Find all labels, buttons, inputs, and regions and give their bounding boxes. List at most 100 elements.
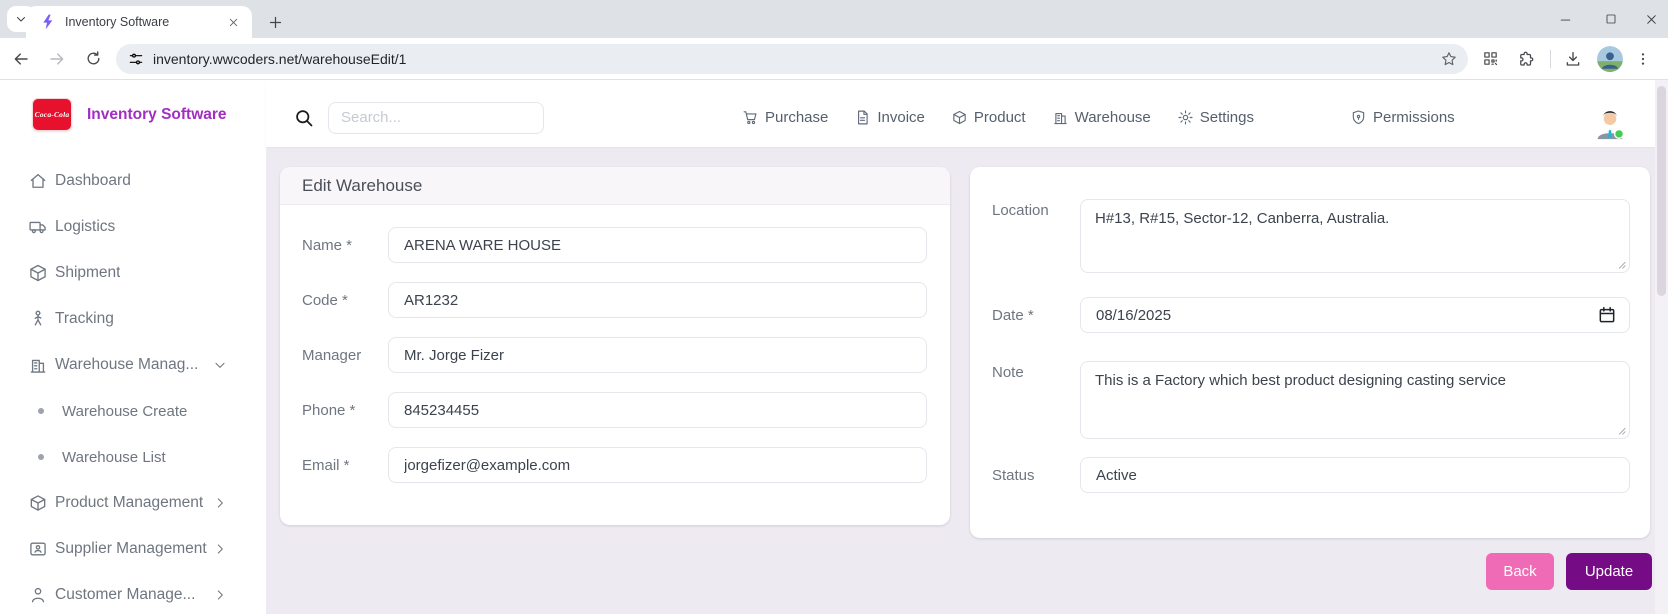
id-card-icon: [28, 539, 48, 559]
status-field-row: Status: [992, 457, 1630, 493]
top-navbar: Purchase Invoice Product Warehouse Setti…: [266, 80, 1655, 147]
location-textarea[interactable]: H#13, R#15, Sector-12, Canberra, Austral…: [1080, 199, 1630, 273]
chevron-right-icon: [212, 495, 228, 511]
site-settings-tune-icon: [128, 51, 144, 67]
gear-icon: [1177, 109, 1194, 126]
window-maximize-button[interactable]: [1588, 0, 1634, 38]
extensions-button[interactable]: [1512, 45, 1540, 73]
forward-button[interactable]: [42, 44, 72, 74]
menu-label: Permissions: [1373, 109, 1455, 126]
sidebar-subitem-label: Warehouse Create: [62, 403, 187, 420]
new-tab-button[interactable]: [262, 9, 288, 35]
menu-item-product[interactable]: Product: [951, 109, 1026, 126]
star-icon: [1440, 50, 1458, 68]
brand-row[interactable]: Coca-Cola Inventory Software: [32, 98, 227, 131]
cube-icon: [951, 109, 968, 126]
note-label: Note: [992, 361, 1080, 439]
calendar-icon[interactable]: [1597, 305, 1617, 325]
sidebar-item-label: Logistics: [55, 218, 115, 236]
browser-tab-strip: Inventory Software: [0, 0, 1668, 38]
sidebar-item-warehouse-list[interactable]: Warehouse List: [0, 434, 266, 480]
location-label: Location: [992, 199, 1080, 273]
chevron-right-icon: [212, 587, 228, 603]
sidebar-item-supplier-management[interactable]: Supplier Management: [0, 526, 266, 572]
sidebar-item-warehouse-management[interactable]: Warehouse Manag...: [0, 342, 266, 388]
browser-profile-avatar[interactable]: [1597, 46, 1623, 72]
user-icon: [28, 585, 48, 605]
qr-code-button[interactable]: [1476, 45, 1504, 73]
shield-icon: [1350, 109, 1367, 126]
package-icon: [28, 263, 48, 283]
date-input[interactable]: [1080, 297, 1630, 333]
sidebar-item-logistics[interactable]: Logistics: [0, 204, 266, 250]
note-textarea[interactable]: This is a Factory which best product des…: [1080, 361, 1630, 439]
menu-item-warehouse[interactable]: Warehouse: [1052, 109, 1151, 126]
site-favicon-bolt-icon: [40, 14, 56, 30]
menu-item-settings[interactable]: Settings: [1177, 109, 1254, 126]
menu-item-invoice[interactable]: Invoice: [854, 109, 925, 126]
search-input[interactable]: [328, 102, 544, 134]
phone-input[interactable]: [388, 392, 927, 428]
cube-icon: [28, 493, 48, 513]
sidebar-item-label: Dashboard: [55, 172, 131, 190]
menu-label: Invoice: [877, 109, 925, 126]
phone-label: Phone *: [302, 402, 388, 419]
businessman-avatar-icon: [1591, 104, 1629, 142]
tab-close-icon[interactable]: [225, 14, 242, 31]
status-label: Status: [992, 467, 1080, 484]
search-icon: [294, 108, 314, 128]
kebab-menu-icon: [1635, 51, 1651, 67]
url-text[interactable]: inventory.wwcoders.net/warehouseEdit/1: [153, 51, 1440, 67]
status-input[interactable]: [1080, 457, 1630, 493]
name-field-row: Name *: [302, 227, 927, 263]
name-input[interactable]: [388, 227, 927, 263]
window-close-button[interactable]: [1634, 0, 1668, 38]
back-button[interactable]: [6, 44, 36, 74]
sidebar-item-warehouse-create[interactable]: Warehouse Create: [0, 388, 266, 434]
email-label: Email *: [302, 457, 388, 474]
user-avatar[interactable]: [1591, 104, 1629, 142]
browser-toolbar: inventory.wwcoders.net/warehouseEdit/1: [0, 38, 1668, 80]
sidebar-item-customer-management[interactable]: Customer Manage...: [0, 572, 266, 614]
manager-field-row: Manager: [302, 337, 927, 373]
scrollbar-thumb[interactable]: [1657, 86, 1666, 296]
address-bar[interactable]: inventory.wwcoders.net/warehouseEdit/1: [116, 44, 1468, 74]
menu-item-purchase[interactable]: Purchase: [742, 109, 828, 126]
sidebar-item-product-management[interactable]: Product Management: [0, 480, 266, 526]
menu-item-permissions[interactable]: Permissions: [1350, 109, 1455, 126]
maximize-icon: [1605, 13, 1617, 25]
manager-input[interactable]: [388, 337, 927, 373]
person-walking-icon: [28, 309, 48, 329]
edit-warehouse-card: Edit Warehouse Name * Code * Manager Pho…: [280, 167, 950, 525]
back-button-form[interactable]: Back: [1486, 553, 1554, 590]
sidebar: Coca-Cola Inventory Software Dashboard L…: [0, 80, 266, 614]
email-input[interactable]: [388, 447, 927, 483]
update-button[interactable]: Update: [1566, 553, 1652, 590]
sidebar-item-label: Supplier Management: [55, 540, 207, 558]
resize-grip-icon[interactable]: [1616, 259, 1626, 269]
qr-code-icon: [1482, 50, 1499, 67]
date-label: Date *: [992, 307, 1080, 324]
chevron-right-icon: [212, 541, 228, 557]
menu-label: Settings: [1200, 109, 1254, 126]
sidebar-item-dashboard[interactable]: Dashboard: [0, 158, 266, 204]
code-field-row: Code *: [302, 282, 927, 318]
bullet-icon: [38, 454, 44, 460]
sidebar-item-shipment[interactable]: Shipment: [0, 250, 266, 296]
menu-label: Product: [974, 109, 1026, 126]
code-input[interactable]: [388, 282, 927, 318]
home-icon: [28, 171, 48, 191]
browser-tab[interactable]: Inventory Software: [26, 6, 252, 38]
browser-menu-button[interactable]: [1629, 45, 1657, 73]
downloads-button[interactable]: [1559, 45, 1587, 73]
tab-title: Inventory Software: [65, 15, 225, 29]
arrow-left-icon: [12, 50, 30, 68]
reload-button[interactable]: [78, 44, 108, 74]
note-field-row: Note This is a Factory which best produc…: [992, 361, 1630, 439]
resize-grip-icon[interactable]: [1616, 425, 1626, 435]
bookmark-star-button[interactable]: [1440, 50, 1458, 68]
window-minimize-button[interactable]: [1542, 0, 1588, 38]
sidebar-item-tracking[interactable]: Tracking: [0, 296, 266, 342]
page-scrollbar[interactable]: [1655, 80, 1668, 614]
bullet-icon: [38, 408, 44, 414]
